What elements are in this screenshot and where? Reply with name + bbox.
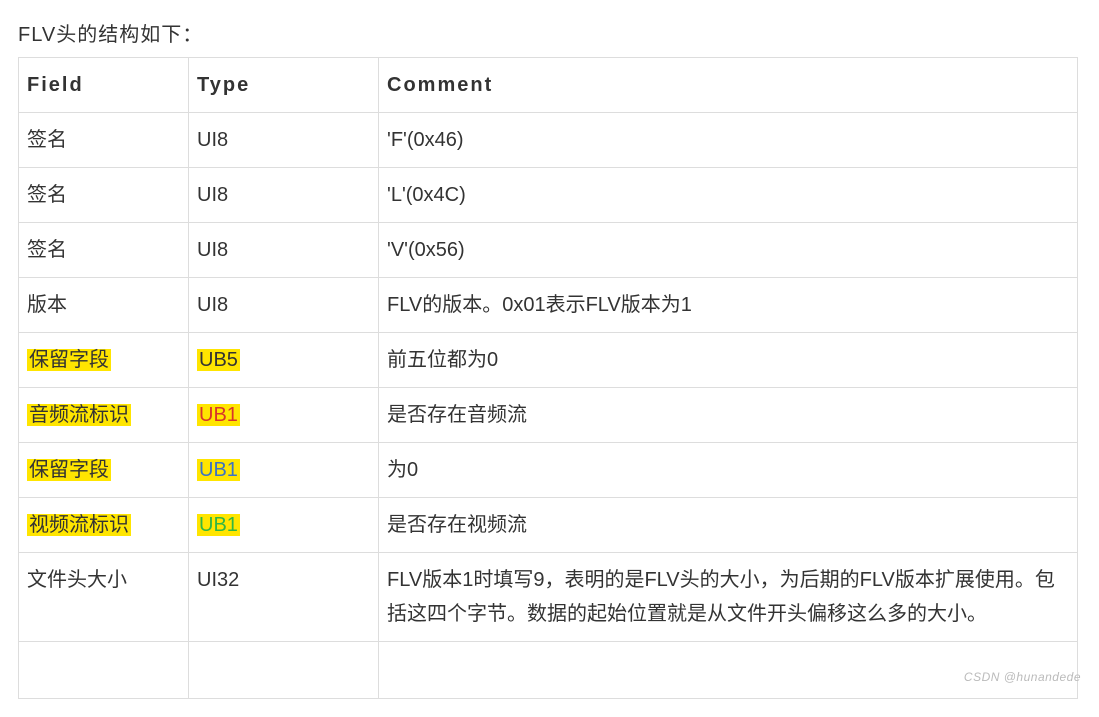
cell-type: UI8 (189, 223, 379, 278)
highlight: UB1 (197, 404, 240, 426)
cell-type: UI32 (189, 553, 379, 642)
cell-type: UB1 (189, 443, 379, 498)
highlight: 音频流标识 (27, 404, 131, 426)
cell-type: UI8 (189, 278, 379, 333)
cell-type: UB1 (189, 498, 379, 553)
cell-comment: FLV版本1时填写9，表明的是FLV头的大小，为后期的FLV版本扩展使用。包括这… (379, 553, 1078, 642)
table-row: 文件头大小UI32FLV版本1时填写9，表明的是FLV头的大小，为后期的FLV版… (19, 553, 1078, 642)
col-type: Type (189, 58, 379, 113)
table-row: 签名UI8'L'(0x4C) (19, 168, 1078, 223)
table-row: 音频流标识 UB1 是否存在音频流 (19, 388, 1078, 443)
cell-field: 文件头大小 (19, 553, 189, 642)
watermark: CSDN @hunandede (964, 670, 1081, 684)
cell-field: 视频流标识 (19, 498, 189, 553)
highlight: 保留字段 (27, 459, 111, 481)
page-title: FLV头的结构如下： (18, 18, 1081, 47)
col-comment: Comment (379, 58, 1078, 113)
cell-comment: 前五位都为0 (379, 333, 1078, 388)
cell-field: 签名 (19, 223, 189, 278)
table-row: 保留字段 UB5 前五位都为0 (19, 333, 1078, 388)
table-row: 版本UI8FLV的版本。0x01表示FLV版本为1 (19, 278, 1078, 333)
table-row-empty (19, 642, 1078, 699)
cell-field: 签名 (19, 168, 189, 223)
col-field: Field (19, 58, 189, 113)
highlight: 视频流标识 (27, 514, 131, 536)
highlight: 保留字段 (27, 349, 111, 371)
cell-field: 音频流标识 (19, 388, 189, 443)
table-row: 视频流标识 UB1 是否存在视频流 (19, 498, 1078, 553)
table-row: 保留字段 UB1 为0 (19, 443, 1078, 498)
cell-field (19, 642, 189, 699)
table-header-row: Field Type Comment (19, 58, 1078, 113)
cell-comment: 是否存在视频流 (379, 498, 1078, 553)
cell-type: UI8 (189, 168, 379, 223)
cell-comment: 'V'(0x56) (379, 223, 1078, 278)
highlight: UB1 (197, 459, 240, 481)
cell-field: 保留字段 (19, 333, 189, 388)
cell-type (189, 642, 379, 699)
cell-comment: 是否存在音频流 (379, 388, 1078, 443)
cell-field: 签名 (19, 113, 189, 168)
cell-field: 保留字段 (19, 443, 189, 498)
cell-type: UB1 (189, 388, 379, 443)
highlight: UB5 (197, 349, 240, 371)
highlight: UB1 (197, 514, 240, 536)
table-row: 签名UI8'F'(0x46) (19, 113, 1078, 168)
table-row: 签名UI8'V'(0x56) (19, 223, 1078, 278)
cell-type: UI8 (189, 113, 379, 168)
flv-header-table: Field Type Comment 签名UI8'F'(0x46)签名UI8'L… (18, 57, 1078, 699)
cell-type: UB5 (189, 333, 379, 388)
cell-comment: 为0 (379, 443, 1078, 498)
cell-field: 版本 (19, 278, 189, 333)
cell-comment: FLV的版本。0x01表示FLV版本为1 (379, 278, 1078, 333)
cell-comment: 'F'(0x46) (379, 113, 1078, 168)
cell-comment: 'L'(0x4C) (379, 168, 1078, 223)
